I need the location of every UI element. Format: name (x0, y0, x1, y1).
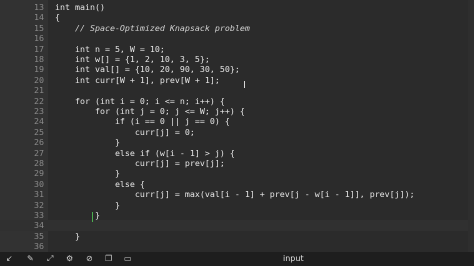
line-number: 16 (34, 33, 44, 44)
code-line[interactable]: 25 curr[j] = 0; (0, 127, 474, 137)
code-text[interactable]: int curr[W + 1], prev[W + 1]; (55, 75, 220, 85)
code-line[interactable]: 18 int w[] = {1, 2, 10, 3, 5}; (0, 54, 474, 64)
code-text[interactable]: } (55, 168, 120, 178)
line-number: 21 (34, 85, 44, 96)
code-line[interactable]: 27 else if (w[i - 1] > j) { (0, 148, 474, 158)
code-text[interactable]: curr[j] = prev[j]; (55, 158, 225, 168)
code-line[interactable]: 22 for (int i = 0; i <= n; i++) { (0, 96, 474, 106)
line-number: 23 (34, 106, 44, 116)
line-number: 34 (34, 220, 44, 231)
code-text[interactable]: for (int i = 0; i <= n; i++) { (55, 96, 225, 106)
line-number: 25 (34, 126, 44, 137)
code-text[interactable]: } (55, 137, 120, 147)
arrow-icon[interactable]: ↙ (6, 254, 13, 263)
code-line[interactable]: 24 if (i == 0 || j == 0) { (0, 116, 474, 126)
expand-icon[interactable]: ⤢ (47, 254, 53, 264)
line-number: 24 (34, 116, 44, 127)
line-number: 29 (34, 168, 44, 179)
code-text[interactable]: else if (w[i - 1] > j) { (55, 148, 235, 158)
code-text[interactable]: int main() (55, 2, 105, 12)
line-number: 36 (34, 241, 44, 252)
code-line[interactable]: 14 { (0, 12, 474, 22)
line-number: 18 (34, 54, 44, 64)
code-line[interactable]: 16 (0, 33, 474, 43)
line-number: 30 (34, 178, 44, 189)
bottom-panel-bar: ↙ ✎ ⤢ ⚙ ⊘ ❐ ▭ input (0, 252, 474, 266)
code-line[interactable]: 13 int main() (0, 2, 474, 12)
code-line[interactable]: 21 (0, 85, 474, 95)
code-text[interactable]: int w[] = {1, 2, 10, 3, 5}; (55, 54, 210, 64)
line-number: 17 (34, 43, 44, 54)
code-text[interactable]: else { (55, 179, 145, 189)
code-line[interactable]: 15 // Space-Optimized Knapsack problem (0, 23, 474, 33)
code-line[interactable]: 29 } (0, 168, 474, 178)
line-number: 27 (34, 147, 44, 158)
code-line[interactable]: 19 int val[] = {10, 20, 90, 30, 50}; (0, 64, 474, 74)
line-number: 15 (34, 22, 44, 33)
code-text[interactable]: curr[j] = max(val[i - 1] + prev[j - w[i … (55, 189, 415, 199)
code-text[interactable]: } (55, 200, 120, 210)
text-select-cursor-icon: I (243, 80, 246, 91)
line-number: 35 (34, 230, 44, 241)
pin-icon[interactable]: ✎ (27, 254, 34, 263)
code-line[interactable]: 36 (0, 241, 474, 251)
code-line[interactable]: 30 else { (0, 179, 474, 189)
line-number: 26 (34, 137, 44, 148)
code-text[interactable]: int n = 5, W = 10; (55, 44, 165, 54)
line-number: 13 (34, 2, 44, 12)
line-number: 14 (34, 12, 44, 23)
code-text[interactable]: } (55, 231, 80, 241)
code-line[interactable]: 26 } (0, 137, 474, 147)
line-number: 20 (34, 74, 44, 85)
line-number: 28 (34, 158, 44, 168)
code-text[interactable]: } (55, 210, 100, 220)
code-line[interactable]: 23 for (int j = 0; j <= W; j++) { (0, 106, 474, 116)
code-line[interactable]: 17 int n = 5, W = 10; (0, 44, 474, 54)
terminal-icon[interactable]: ▭ (124, 254, 132, 263)
code-line[interactable]: 35 } (0, 231, 474, 241)
code-text[interactable]: curr[j] = 0; (55, 127, 195, 137)
code-line[interactable]: 31 curr[j] = max(val[i - 1] + prev[j - w… (0, 189, 474, 199)
code-editor[interactable]: 13 int main() 14 {15 // Space-Optimized Kna… (0, 0, 474, 252)
line-number: 32 (34, 199, 44, 210)
code-line[interactable]: 34 (0, 220, 474, 231)
settings-icon[interactable]: ⚙ (66, 254, 73, 263)
line-number: 19 (34, 64, 44, 75)
code-line[interactable]: 33 } (0, 210, 474, 220)
line-number: 31 (34, 189, 44, 200)
code-text[interactable]: // Space-Optimized Knapsack problem (55, 23, 250, 33)
code-text[interactable]: { (55, 12, 60, 22)
code-text[interactable]: if (i == 0 || j == 0) { (55, 116, 230, 126)
input-tab-label[interactable]: input (283, 254, 304, 263)
code-line[interactable]: 28 curr[j] = prev[j]; (0, 158, 474, 168)
clear-icon[interactable]: ⊘ (86, 254, 93, 263)
line-number: 22 (34, 95, 44, 106)
code-text[interactable]: int val[] = {10, 20, 90, 30, 50}; (55, 64, 240, 74)
copy-icon[interactable]: ❐ (105, 254, 112, 263)
text-cursor (92, 212, 93, 222)
code-line[interactable]: 20 int curr[W + 1], prev[W + 1]; (0, 75, 474, 85)
vertical-scrollbar[interactable] (468, 0, 474, 252)
line-number: 33 (34, 210, 44, 220)
code-text[interactable]: for (int j = 0; j <= W; j++) { (55, 106, 245, 116)
code-line[interactable]: 32 } (0, 200, 474, 210)
